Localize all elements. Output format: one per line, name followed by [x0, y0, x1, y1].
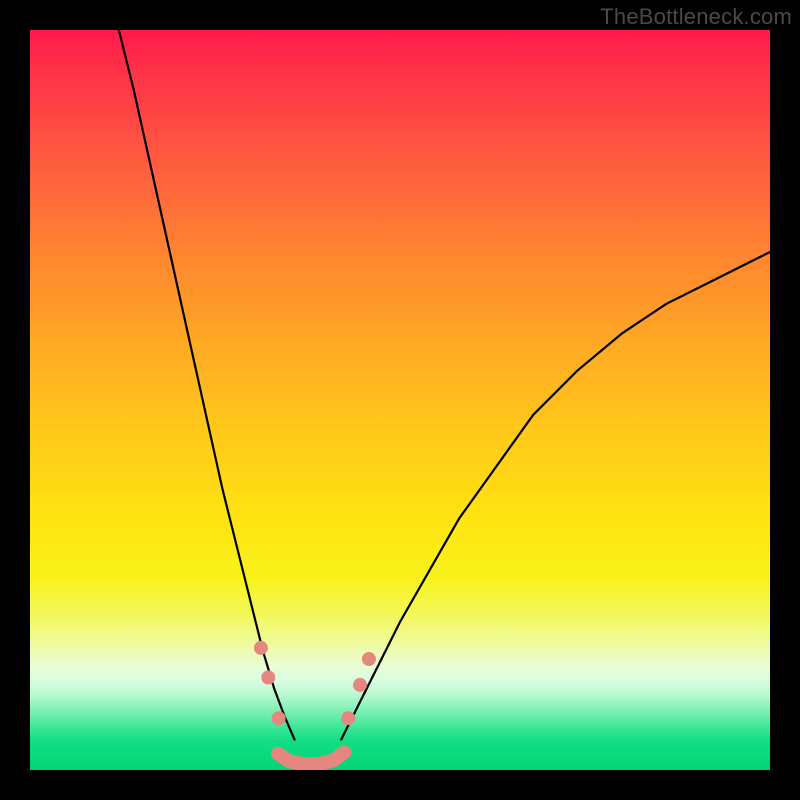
watermark-text: TheBottleneck.com [600, 4, 792, 30]
series-right-branch [341, 252, 770, 740]
marker-left-dots [272, 711, 286, 725]
marker-left-dots [261, 670, 275, 684]
marker-right-dots [362, 652, 376, 666]
marker-left-dots [254, 641, 268, 655]
plot-area [30, 30, 770, 770]
marker-right-dots [341, 711, 355, 725]
series-left-branch [119, 30, 295, 740]
series-valley-floor [278, 752, 345, 764]
marker-right-dots [353, 678, 367, 692]
chart-svg [30, 30, 770, 770]
chart-frame: TheBottleneck.com [0, 0, 800, 800]
